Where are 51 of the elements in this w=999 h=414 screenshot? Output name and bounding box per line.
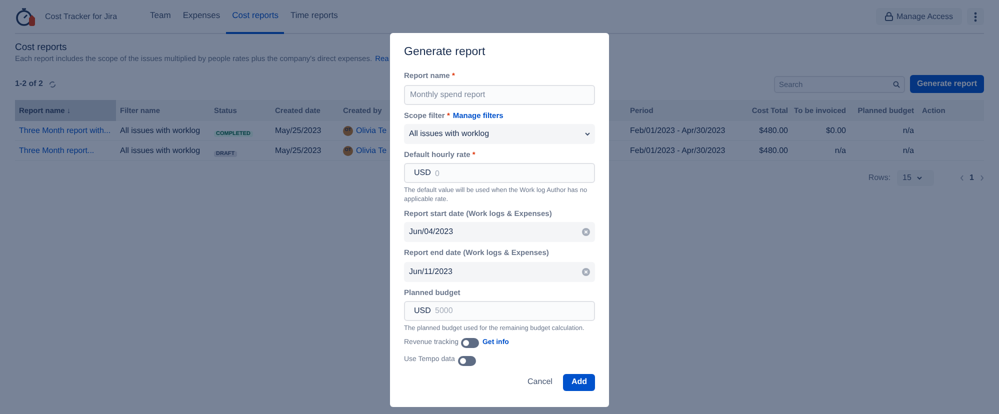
add-button[interactable]: Add	[563, 374, 595, 391]
more-icon	[974, 12, 977, 22]
stopwatch-money-icon	[15, 6, 37, 28]
dialog-title: Generate report	[404, 45, 486, 60]
chevron-down-icon	[585, 132, 590, 136]
table-cell-text: May/25/2023	[274, 144, 322, 156]
page-number[interactable]: 1	[970, 172, 974, 184]
date-field[interactable]: Jun/04/2023	[404, 222, 595, 242]
search-icon	[892, 80, 900, 88]
rows-label: Rows:	[868, 172, 891, 184]
table-cell-text: $480.00	[758, 124, 789, 136]
table-cell-text: $480.00	[758, 144, 789, 156]
currency-prefix: USD	[414, 168, 431, 178]
toggle-switch[interactable]	[458, 356, 476, 366]
app-name: Cost Tracker for Jira	[45, 10, 118, 22]
table-cell-text: Feb/01/2023 - Apr/30/2023	[629, 144, 726, 156]
report-link[interactable]: Three Month report...	[15, 144, 116, 156]
page-title: Cost reports	[15, 42, 67, 54]
generate-report-button[interactable]: Generate report	[910, 75, 984, 93]
nav-tab[interactable]: Cost reports	[226, 0, 284, 34]
result-count: 1-2 of 2	[15, 78, 44, 90]
scope-filter-select[interactable]: All issues with worklog	[404, 124, 595, 144]
lock-icon	[884, 12, 893, 21]
chevron-left-icon[interactable]	[960, 175, 964, 181]
report-name-field[interactable]: Monthly spend report	[404, 84, 595, 104]
rows-select[interactable]: 15	[896, 170, 934, 186]
toggle-switch[interactable]	[461, 338, 480, 348]
nav-tab[interactable]: Time reports	[284, 0, 344, 34]
nav-tab[interactable]: Expenses	[176, 0, 226, 34]
chevron-down-icon	[917, 176, 922, 180]
nav-tab[interactable]: Team	[144, 0, 177, 34]
more-button[interactable]	[967, 8, 984, 25]
manage-access-button[interactable]: Manage Access	[876, 8, 962, 25]
creator-link[interactable]: Olivia Te	[356, 124, 387, 136]
report-link[interactable]: Three Month report with...	[15, 124, 116, 136]
clear-icon[interactable]	[582, 268, 590, 276]
refresh-icon[interactable]	[49, 80, 56, 88]
table-cell-text: All issues with worklog	[119, 124, 202, 136]
table-cell-text: May/25/2023	[274, 124, 322, 136]
table-cell-text: n/a	[902, 124, 915, 136]
chevron-right-icon[interactable]	[980, 175, 984, 181]
table-cell-text: Feb/01/2023 - Apr/30/2023	[629, 124, 726, 136]
table-cell-text: n/a	[902, 144, 915, 156]
table-cell-text: All issues with worklog	[119, 144, 202, 156]
cancel-button[interactable]: Cancel	[520, 374, 560, 391]
table-cell-text: $0.00	[824, 124, 847, 136]
creator-link[interactable]: Olivia Te	[356, 144, 387, 156]
currency-prefix: USD	[414, 306, 431, 316]
table-cell-text: n/a	[834, 144, 847, 156]
date-field[interactable]: Jun/11/2023	[404, 262, 595, 282]
clear-icon[interactable]	[582, 228, 590, 236]
